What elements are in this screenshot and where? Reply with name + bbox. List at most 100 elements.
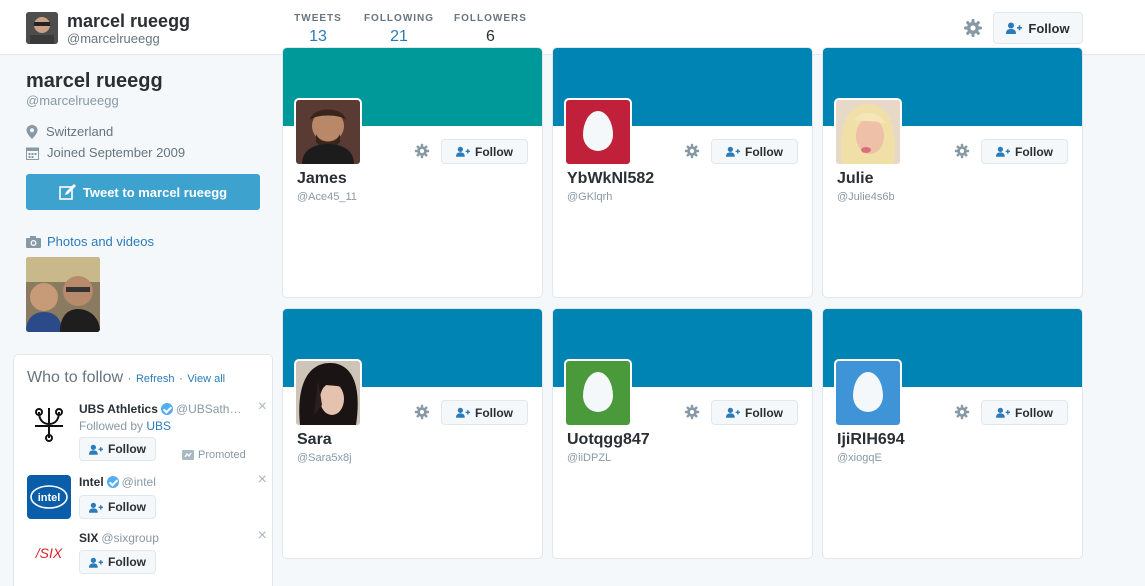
stat-label: TWEETS xyxy=(294,13,342,24)
follow-button[interactable]: Follow xyxy=(441,400,528,425)
card-name[interactable]: James xyxy=(297,170,347,188)
follow-label: Follow xyxy=(475,405,513,420)
sidebar-profile-name[interactable]: marcel rueegg xyxy=(26,70,163,93)
add-user-icon xyxy=(89,502,103,513)
add-user-icon xyxy=(1006,22,1023,34)
avatar[interactable] xyxy=(834,359,902,427)
promoted-icon xyxy=(182,450,194,460)
follow-label: Follow xyxy=(475,144,513,159)
follow-button[interactable]: Follow xyxy=(441,139,528,164)
profile-handle: @marcelrueegg xyxy=(67,31,160,46)
profile-card[interactable]: Follow Uotqgg847 @iiDPZL xyxy=(552,308,813,559)
svg-text:/SIX: /SIX xyxy=(35,545,63,561)
photos-videos-link[interactable]: Photos and videos xyxy=(26,234,154,249)
suggestion-handle: @sixgroup xyxy=(101,531,159,545)
suggestion-display-name: UBS Athletics xyxy=(79,402,158,416)
follow-button[interactable]: Follow xyxy=(993,12,1083,44)
card-handle: @GKlqrh xyxy=(567,191,613,203)
add-user-icon xyxy=(726,407,740,418)
gear-icon[interactable] xyxy=(963,18,983,38)
follow-button[interactable]: Follow xyxy=(79,437,156,461)
who-to-follow-title: Who to follow · Refresh · View all xyxy=(27,369,225,387)
follow-button[interactable]: Follow xyxy=(981,400,1068,425)
stat-label: FOLLOWING xyxy=(363,13,435,24)
stat-value: 6 xyxy=(486,28,495,45)
photo-thumbnail[interactable] xyxy=(26,257,100,332)
camera-icon xyxy=(26,235,41,248)
separator: · xyxy=(127,371,132,385)
suggestion-handle: @UBSath… xyxy=(175,402,242,416)
add-user-icon xyxy=(996,146,1010,157)
avatar[interactable] xyxy=(564,98,632,166)
view-all-link[interactable]: View all xyxy=(187,373,225,385)
avatar[interactable] xyxy=(834,98,902,166)
follow-label: Follow xyxy=(745,405,783,420)
location-text: Switzerland xyxy=(46,124,114,139)
gear-icon[interactable] xyxy=(954,143,970,159)
svg-text:intel: intel xyxy=(38,492,61,504)
gear-icon[interactable] xyxy=(954,404,970,420)
suggestion-name[interactable]: UBS Athletics @UBSath… xyxy=(79,402,241,416)
follow-label: Follow xyxy=(108,442,146,456)
follow-label: Follow xyxy=(1015,144,1053,159)
card-name[interactable]: IjiRlH694 xyxy=(837,431,905,449)
avatar[interactable] xyxy=(294,359,362,427)
gear-icon[interactable] xyxy=(414,404,430,420)
profile-card[interactable]: Follow James @Ace45_11 xyxy=(282,47,543,298)
gear-icon[interactable] xyxy=(684,143,700,159)
followed-by-text: Followed by UBS xyxy=(79,419,171,433)
suggestion-name[interactable]: SIX @sixgroup xyxy=(79,531,159,545)
card-name[interactable]: Sara xyxy=(297,431,332,449)
add-user-icon xyxy=(996,407,1010,418)
follow-button[interactable]: Follow xyxy=(79,495,156,519)
card-name[interactable]: Julie xyxy=(837,170,873,188)
follow-label: Follow xyxy=(745,144,783,159)
stat-value: 13 xyxy=(309,28,327,45)
egg-icon xyxy=(853,372,883,412)
add-user-icon xyxy=(456,407,470,418)
stat-label: FOLLOWERS xyxy=(454,13,527,24)
close-icon[interactable]: × xyxy=(258,398,267,416)
follow-button[interactable]: Follow xyxy=(711,400,798,425)
gear-icon[interactable] xyxy=(684,404,700,420)
profile-card[interactable]: Follow Julie @Julie4s6b xyxy=(822,47,1083,298)
follow-label: Follow xyxy=(108,555,146,569)
gear-icon[interactable] xyxy=(414,143,430,159)
followed-by-user[interactable]: UBS xyxy=(146,419,171,433)
close-icon[interactable]: × xyxy=(258,471,267,489)
avatar[interactable] xyxy=(564,359,632,427)
promoted-label: Promoted xyxy=(198,449,246,461)
suggestion-handle: @intel xyxy=(121,475,156,489)
follow-label: Follow xyxy=(108,500,146,514)
profile-card[interactable]: Follow IjiRlH694 @xiogqE xyxy=(822,308,1083,559)
egg-icon xyxy=(583,111,613,151)
avatar[interactable] xyxy=(26,12,58,44)
profile-name[interactable]: marcel rueegg xyxy=(67,11,190,32)
follow-button[interactable]: Follow xyxy=(711,139,798,164)
suggestion-display-name: Intel xyxy=(79,475,104,489)
verified-icon xyxy=(160,403,173,415)
follow-button[interactable]: Follow xyxy=(79,550,156,574)
add-user-icon xyxy=(89,557,103,568)
suggestion-name[interactable]: Intel @intel xyxy=(79,475,156,489)
followed-by-prefix: Followed by xyxy=(79,419,144,433)
tweet-to-label: Tweet to marcel rueegg xyxy=(82,184,228,200)
avatar[interactable]: intel xyxy=(27,475,71,519)
separator: · xyxy=(178,371,183,385)
card-handle: @iiDPZL xyxy=(567,452,612,464)
follow-label: Follow xyxy=(1028,20,1070,36)
stat-value: 21 xyxy=(390,28,408,45)
avatar[interactable]: /SIX xyxy=(27,531,71,575)
refresh-link[interactable]: Refresh xyxy=(136,373,175,385)
follow-button[interactable]: Follow xyxy=(981,139,1068,164)
card-name[interactable]: Uotqgg847 xyxy=(567,431,650,449)
who-to-follow-heading: Who to follow xyxy=(27,369,124,386)
profile-card[interactable]: Follow YbWkNl582 @GKlqrh xyxy=(552,47,813,298)
close-icon[interactable]: × xyxy=(258,527,267,545)
tweet-to-button[interactable]: Tweet to marcel rueegg xyxy=(26,174,260,210)
avatar[interactable] xyxy=(294,98,362,166)
profile-card[interactable]: Follow Sara @Sara5x8j xyxy=(282,308,543,559)
avatar[interactable] xyxy=(27,402,71,446)
card-name[interactable]: YbWkNl582 xyxy=(567,170,654,188)
card-handle: @xiogqE xyxy=(837,452,882,464)
